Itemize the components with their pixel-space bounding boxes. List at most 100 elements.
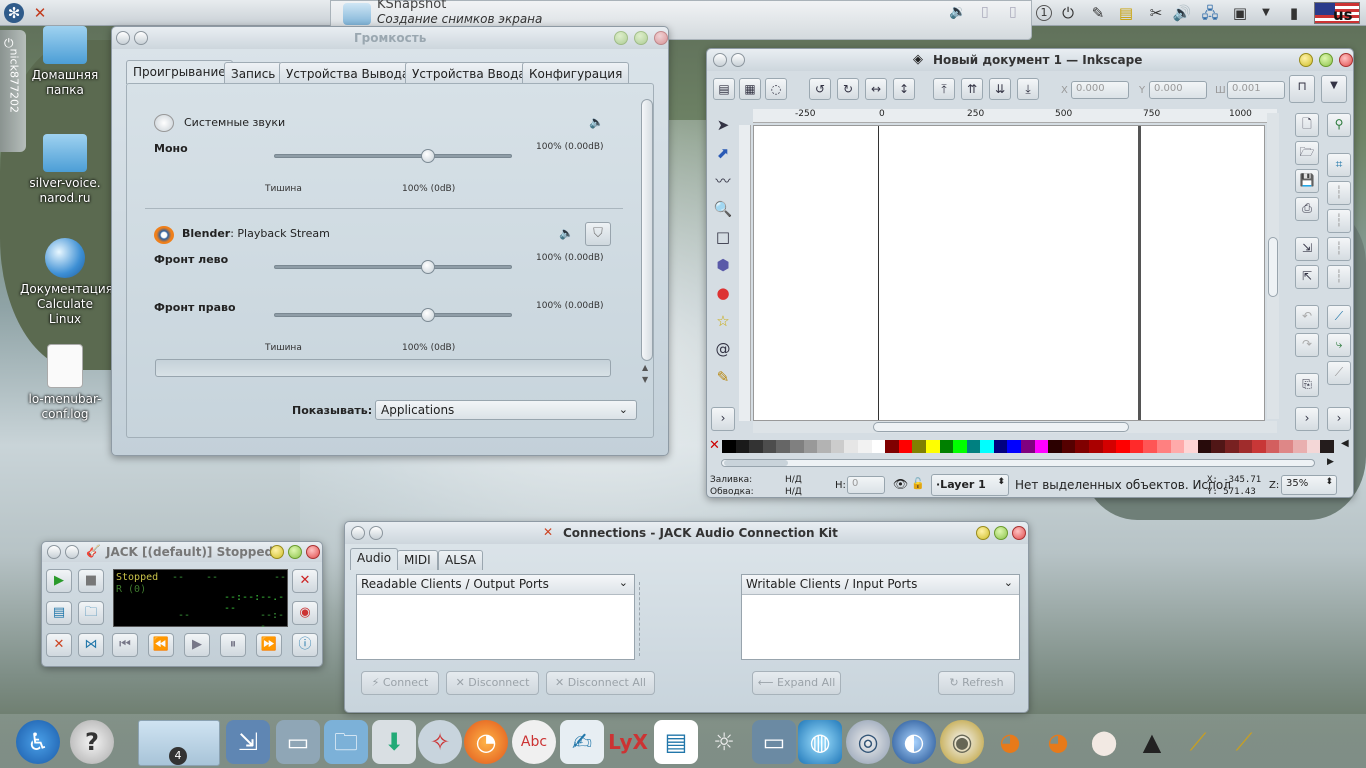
window-menu-button[interactable]: [713, 53, 727, 67]
power-icon[interactable]: ⏻: [1058, 3, 1078, 23]
connect-button[interactable]: ⚡ Connect: [361, 671, 439, 695]
snap-midpoint-icon[interactable]: ┆: [1327, 237, 1351, 261]
palette-swatch[interactable]: [1211, 440, 1225, 453]
palette-swatch[interactable]: [898, 440, 913, 453]
network-icon[interactable]: 🖧: [1200, 3, 1220, 23]
pin-button[interactable]: [731, 53, 745, 67]
snap-intersection-icon[interactable]: ⟋: [1327, 361, 1351, 385]
window-menu-button[interactable]: [116, 31, 130, 45]
palette-swatch[interactable]: [966, 440, 981, 453]
window-icon[interactable]: ▣: [1230, 3, 1250, 23]
tweak-tool-icon[interactable]: 〰: [711, 169, 735, 193]
palette-swatch[interactable]: [1102, 440, 1117, 453]
palette-swatch[interactable]: [722, 440, 736, 453]
snap-toggle-icon[interactable]: ⚲: [1327, 113, 1351, 137]
expand-all-button[interactable]: ⟵ Expand All: [752, 671, 841, 695]
palette-scrollbar[interactable]: [721, 459, 1315, 467]
chevron-down-icon[interactable]: ▼: [1321, 75, 1347, 103]
drawing-app-icon[interactable]: ✍: [560, 720, 604, 764]
snap-center-icon[interactable]: ┆: [1327, 265, 1351, 289]
star-tool-icon[interactable]: ☆: [711, 309, 735, 333]
tab-alsa[interactable]: ALSA: [438, 550, 483, 570]
close-button[interactable]: [1339, 53, 1353, 67]
palette-swatch[interactable]: [871, 440, 886, 453]
palette-swatch[interactable]: [1292, 440, 1307, 453]
palette-swatch[interactable]: [749, 440, 763, 453]
patchbay-button[interactable]: ⋈: [78, 633, 104, 657]
audio-cable-icon[interactable]: ⟋: [1176, 720, 1220, 764]
no-paint-icon[interactable]: ✕: [709, 438, 720, 453]
window-menu-button[interactable]: [351, 526, 365, 540]
palette-swatch[interactable]: [939, 440, 954, 453]
close-button[interactable]: [306, 545, 320, 559]
minimize-button[interactable]: [1299, 53, 1313, 67]
volume-icon[interactable]: 🔊: [1172, 3, 1192, 23]
palette-swatch[interactable]: [817, 440, 831, 453]
open-icon[interactable]: 🗁: [1295, 141, 1319, 165]
chevron-down-icon[interactable]: ▼: [642, 375, 648, 384]
rotate-ccw-icon[interactable]: ↺: [809, 78, 831, 100]
backward-button[interactable]: ⏪: [148, 633, 174, 657]
palette-swatch[interactable]: [830, 440, 845, 453]
scrollbar-thumb[interactable]: [724, 460, 788, 466]
palette-swatch[interactable]: [1007, 440, 1022, 453]
start-button[interactable]: ▶: [46, 569, 72, 593]
palette-swatch[interactable]: [1170, 440, 1185, 453]
palette-swatch[interactable]: [735, 440, 750, 453]
palette-swatch[interactable]: [1238, 440, 1253, 453]
tab-configuration[interactable]: Конфигурация: [522, 62, 630, 84]
print-icon[interactable]: ⎙: [1295, 197, 1319, 221]
brightness-icon[interactable]: ☼: [702, 720, 746, 764]
connections-button[interactable]: ✕: [46, 633, 72, 657]
volume-slider[interactable]: [274, 260, 512, 274]
undo-icon[interactable]: ↶: [1295, 305, 1319, 329]
note-icon[interactable]: ▤: [1116, 3, 1136, 23]
network-globe-icon[interactable]: ◍: [798, 720, 842, 764]
mute-icon[interactable]: 🔈: [589, 115, 604, 129]
messages-button[interactable]: ▤: [46, 601, 72, 625]
3d-box-tool-icon[interactable]: ⬢: [711, 253, 735, 277]
chevron-right-icon[interactable]: ›: [1327, 407, 1351, 431]
close-button[interactable]: [654, 31, 668, 45]
tab-input-devices[interactable]: Устройства Ввода: [405, 62, 533, 84]
accessibility-icon[interactable]: ♿: [16, 720, 60, 764]
desktop-icon-docs[interactable]: Документация Calculate Linux: [20, 238, 113, 327]
scrollbar-thumb[interactable]: [1268, 237, 1278, 297]
select-all-layers-icon[interactable]: ▦: [739, 78, 761, 100]
lyx-icon[interactable]: LyX: [606, 720, 650, 764]
quit-button[interactable]: ✕: [292, 569, 318, 593]
raise-to-top-icon[interactable]: ⤒: [933, 78, 955, 100]
snap-edge-icon[interactable]: ┆: [1327, 181, 1351, 205]
slider-handle[interactable]: [421, 308, 435, 322]
gimp-icon[interactable]: ⬤: [1082, 720, 1126, 764]
blender-icon[interactable]: ◕: [1036, 720, 1080, 764]
pin-button[interactable]: [369, 526, 383, 540]
save-icon[interactable]: 💾: [1295, 169, 1319, 193]
kde-logo-icon[interactable]: ✻: [4, 3, 24, 23]
snap-path-icon[interactable]: ⤷: [1327, 333, 1351, 357]
snap-nodes-icon[interactable]: ⟋: [1327, 305, 1351, 329]
lower-to-bottom-icon[interactable]: ⤓: [1017, 78, 1039, 100]
zoom-tool-icon[interactable]: 🔍: [711, 197, 735, 221]
number-icon[interactable]: 1: [1036, 5, 1052, 21]
palette-swatch[interactable]: [912, 440, 926, 453]
redo-icon[interactable]: ↷: [1295, 333, 1319, 357]
palette-swatch[interactable]: [857, 440, 872, 453]
refresh-button[interactable]: ↻ Refresh: [938, 671, 1015, 695]
vertical-scrollbar[interactable]: ▲ ▼: [641, 99, 653, 387]
new-document-icon[interactable]: 🗋: [1295, 113, 1319, 137]
deselect-icon[interactable]: ◌: [765, 78, 787, 100]
minimize-button[interactable]: [270, 545, 284, 559]
palette-swatch[interactable]: [1021, 440, 1035, 453]
palette-swatch[interactable]: [980, 440, 994, 453]
browser-icon[interactable]: ◐: [892, 720, 936, 764]
battery-icon[interactable]: ▮: [1284, 3, 1304, 23]
forward-button[interactable]: ⏩: [256, 633, 282, 657]
desktop-icon-log[interactable]: lo-menubar- conf.log: [20, 344, 110, 422]
rectangle-tool-icon[interactable]: □: [711, 225, 735, 249]
palette-swatch[interactable]: [1129, 440, 1144, 453]
stop-button[interactable]: ■: [78, 569, 104, 593]
palette-swatch[interactable]: [789, 440, 804, 453]
minimize-button[interactable]: [614, 31, 628, 45]
pin-button[interactable]: [65, 545, 79, 559]
